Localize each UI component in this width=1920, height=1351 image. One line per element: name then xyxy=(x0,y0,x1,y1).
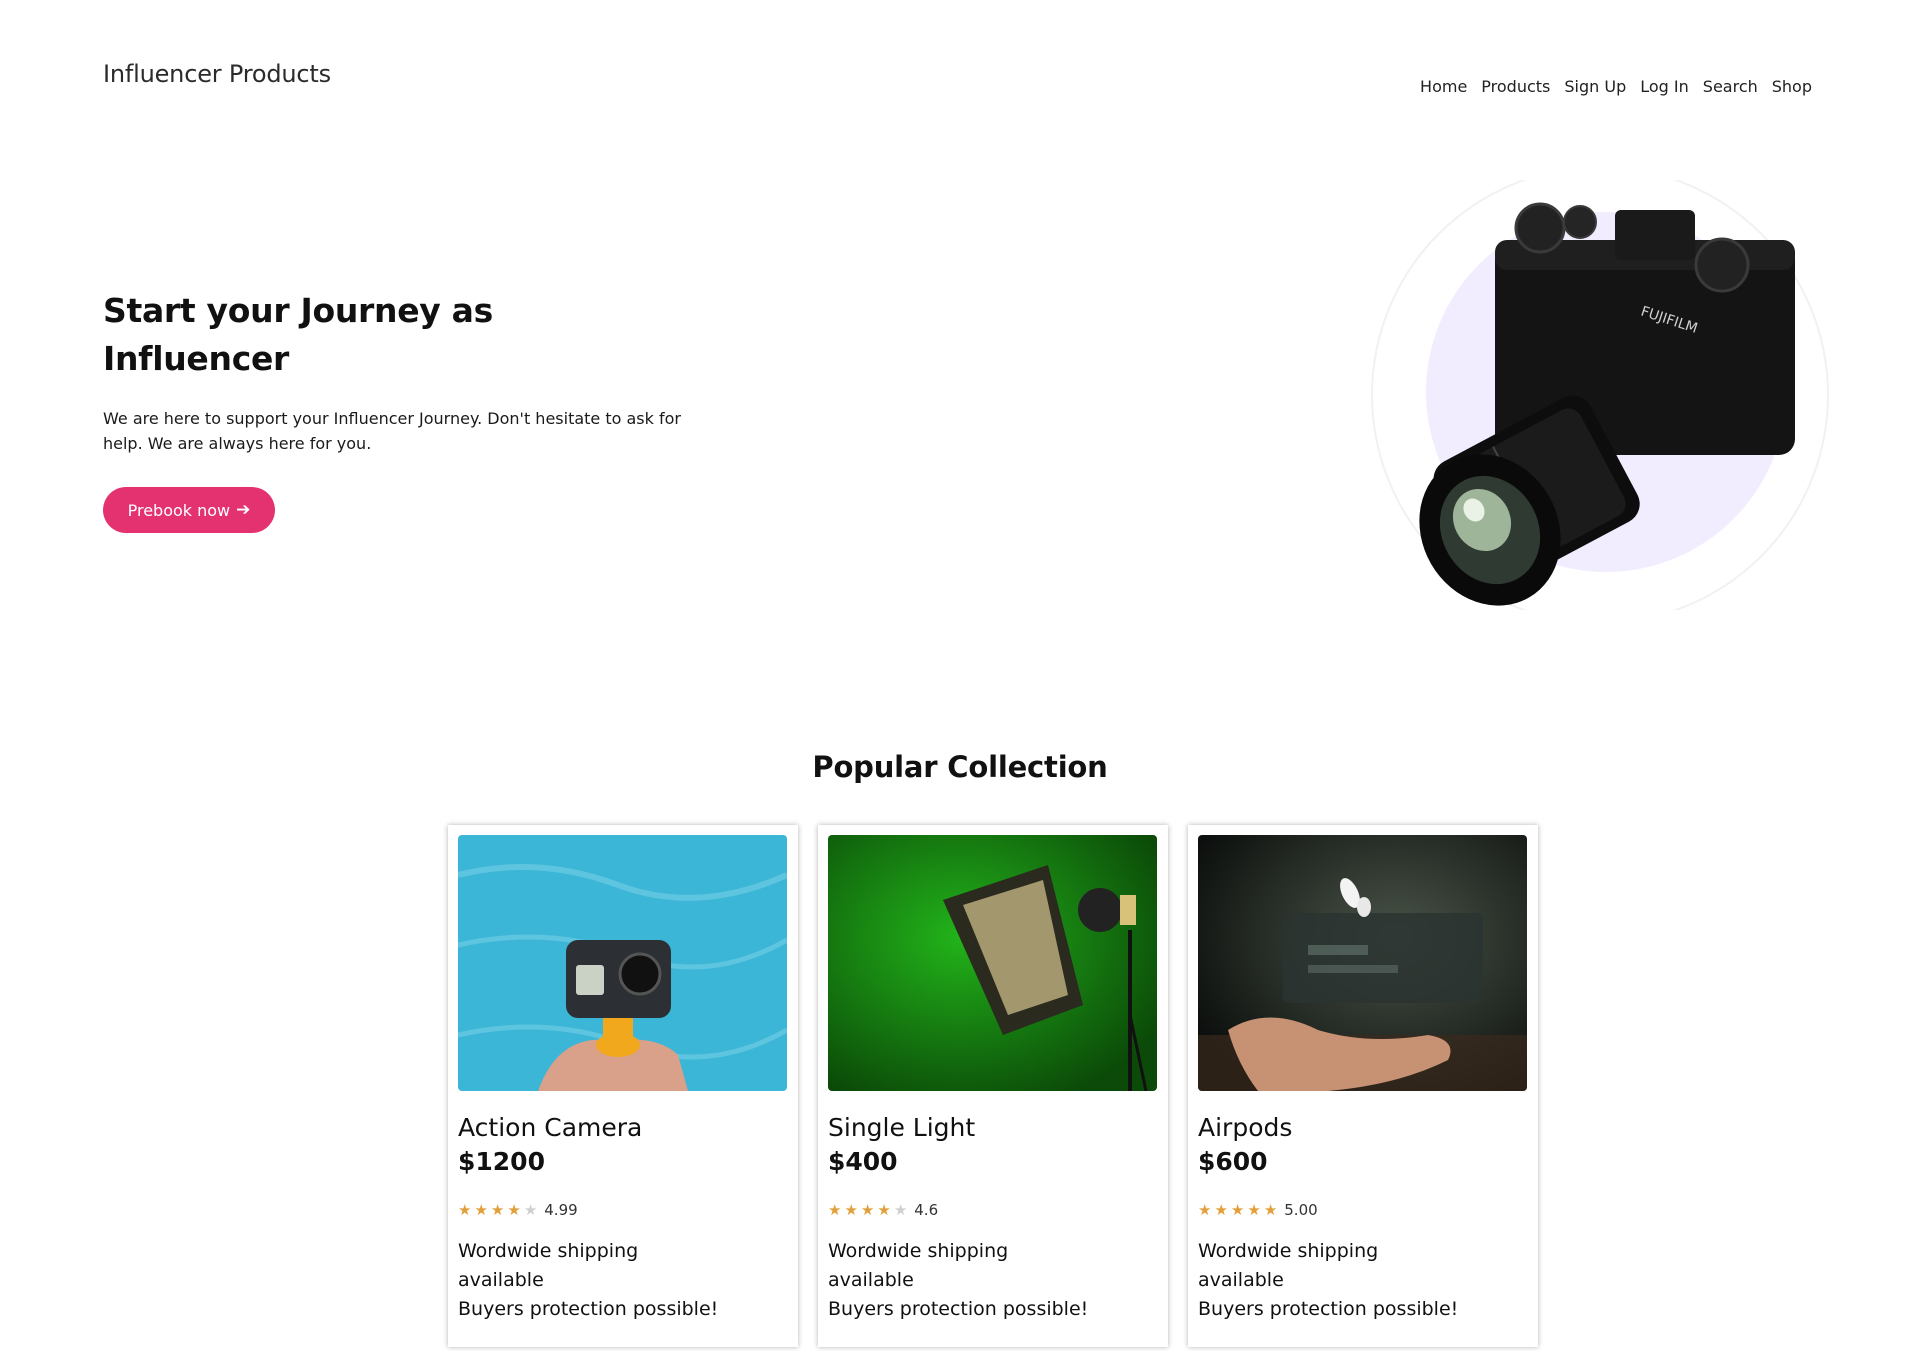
product-rating: ★ ★ ★ ★ ★ 4.99 xyxy=(458,1201,788,1219)
hero-title: Start your Journey as Influencer xyxy=(103,291,493,378)
star-icon: ★ xyxy=(1214,1200,1228,1219)
nav-shop[interactable]: Shop xyxy=(1772,77,1812,96)
arrow-right-icon: ➔ xyxy=(236,500,251,520)
protection-text: Buyers protection possible! xyxy=(458,1298,719,1320)
star-icon: ★ xyxy=(1247,1200,1261,1219)
nav-home[interactable]: Home xyxy=(1420,77,1467,96)
product-rating: ★ ★ ★ ★ ★ 4.6 xyxy=(828,1201,1158,1219)
nav-log-in[interactable]: Log In xyxy=(1640,77,1689,96)
prebook-label: Prebook now xyxy=(127,500,231,520)
brand-logo[interactable]: Influencer Products xyxy=(103,60,331,88)
star-icon: ★ xyxy=(490,1200,505,1219)
protection-text: Buyers protection possible! xyxy=(1198,1298,1459,1320)
product-price: $400 xyxy=(828,1147,898,1176)
star-icon: ★ xyxy=(458,1200,472,1219)
star-icon: ★ xyxy=(860,1200,875,1219)
rating-value: 5.00 xyxy=(1284,1201,1318,1219)
prebook-button[interactable]: Prebook now ➔ xyxy=(103,487,275,533)
product-name[interactable]: Airpods xyxy=(1198,1111,1528,1145)
star-icon: ★ xyxy=(828,1200,842,1219)
product-card-single-light[interactable]: Single Light $400 ★ ★ ★ ★ ★ 4.6 Wordwide… xyxy=(818,825,1168,1347)
shipping-text: Wordwide shipping available xyxy=(828,1240,1009,1291)
shipping-text: Wordwide shipping available xyxy=(458,1240,639,1291)
star-icon: ★ xyxy=(877,1200,891,1219)
star-empty-icon: ★ xyxy=(523,1200,538,1219)
protection-text: Buyers protection possible! xyxy=(828,1298,1089,1320)
nav-search[interactable]: Search xyxy=(1703,77,1758,96)
studio-light-image[interactable] xyxy=(828,835,1157,1091)
star-icon: ★ xyxy=(507,1200,521,1219)
star-icon: ★ xyxy=(1230,1200,1245,1219)
product-price: $600 xyxy=(1198,1147,1268,1176)
star-empty-icon: ★ xyxy=(893,1200,908,1219)
main-nav: Home Products Sign Up Log In Search Shop xyxy=(1420,77,1812,96)
nav-sign-up[interactable]: Sign Up xyxy=(1564,77,1626,96)
product-card-airpods[interactable]: Airpods $600 ★ ★ ★ ★ ★ 5.00 Wordwide shi… xyxy=(1188,825,1538,1347)
camera-image: FUJIFILM xyxy=(1371,180,1829,610)
product-card-action-camera[interactable]: Action Camera $1200 ★ ★ ★ ★ ★ 4.99 Wordw… xyxy=(448,825,798,1347)
star-icon: ★ xyxy=(1263,1200,1278,1219)
product-price: $1200 xyxy=(458,1147,545,1176)
star-icon: ★ xyxy=(844,1200,858,1219)
nav-products[interactable]: Products xyxy=(1481,77,1550,96)
action-camera-image[interactable] xyxy=(458,835,787,1091)
product-list: Action Camera $1200 ★ ★ ★ ★ ★ 4.99 Wordw… xyxy=(448,825,1538,1347)
airpods-image[interactable] xyxy=(1198,835,1527,1091)
star-icon: ★ xyxy=(474,1200,488,1219)
shipping-text: Wordwide shipping available xyxy=(1198,1240,1379,1291)
product-name[interactable]: Action Camera xyxy=(458,1111,788,1145)
collection-title: Popular Collection xyxy=(812,750,1108,784)
product-rating: ★ ★ ★ ★ ★ 5.00 xyxy=(1198,1201,1528,1219)
rating-value: 4.99 xyxy=(544,1201,578,1219)
rating-value: 4.6 xyxy=(914,1201,939,1219)
hero-description: We are here to support your Influencer J… xyxy=(103,409,681,453)
star-icon: ★ xyxy=(1198,1200,1212,1219)
product-name[interactable]: Single Light xyxy=(828,1111,1158,1145)
